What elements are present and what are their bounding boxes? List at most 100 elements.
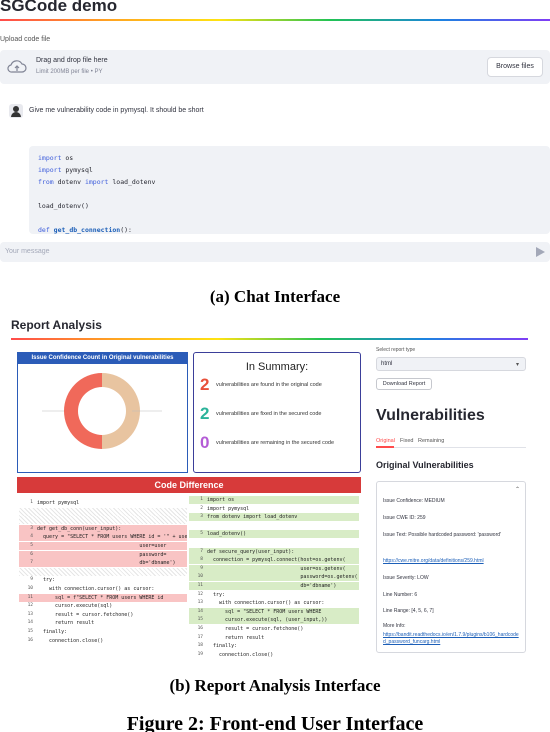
diff-line-text: sql = "SELECT * FROM users WHERE — [207, 608, 322, 615]
app-title: SGCode demo — [0, 0, 118, 15]
diff-line: 10 with connection.cursor() as cursor: — [19, 585, 187, 593]
cloud-upload-icon — [7, 60, 27, 73]
diff-line-text: db='dbname') — [207, 583, 337, 589]
diff-line-text: with connection.cursor() as cursor: — [37, 586, 155, 592]
diff-line-text: finally: — [207, 643, 238, 650]
diff-line-text: result = cursor.fetchone() — [207, 626, 304, 632]
code-token: def — [38, 226, 50, 234]
diff-line-text: user=os.getenv( — [207, 565, 346, 572]
code-token: pymysql — [61, 166, 93, 174]
report-type-value: html — [381, 361, 393, 367]
diff-line-number: 1 — [30, 500, 33, 505]
code-block: import os import pymysql from dotenv impor… — [29, 146, 550, 234]
diff-line: 18 finally: — [189, 642, 359, 650]
summary-stat-text: vulnerabilities are remaining in the sec… — [216, 440, 335, 446]
diff-line-number: 14 — [197, 608, 203, 614]
issue-confidence: Issue Confidence: MEDIUM — [383, 498, 445, 504]
diff-line: 2 import pymysql — [189, 505, 359, 513]
diff-line-text: def secure_query(user_input): — [207, 548, 295, 555]
diff-line-number: 15 — [197, 617, 203, 623]
tab-remaining[interactable]: Remaining — [418, 438, 444, 444]
file-dropzone[interactable]: Drag and drop file here Limit 200MB per … — [0, 50, 550, 84]
download-report-button[interactable]: Download Report — [376, 378, 432, 390]
diff-line-number: 2 — [200, 505, 203, 511]
issue-cwe-link[interactable]: https://cwe.mitre.org/data/definitions/2… — [383, 558, 521, 564]
chevron-up-icon[interactable]: ⌃ — [515, 486, 520, 493]
diff-line-text: return result — [37, 620, 95, 627]
tab-divider — [376, 447, 526, 448]
diff-line-text: sql = f"SELECT * FROM users WHERE id — [37, 594, 164, 601]
user-message-text: Give me vulnerability code in pymysql. I… — [29, 107, 204, 114]
code-token: from — [38, 178, 54, 186]
diff-line: 13 with connection.cursor() as cursor: — [189, 599, 359, 607]
diff-line: 12 cursor.execute(sql) — [19, 602, 187, 610]
user-avatar-icon — [9, 104, 23, 118]
chat-input[interactable]: Your message — [0, 242, 550, 262]
caption-b: (b) Report Analysis Interface — [169, 676, 381, 695]
diff-line: 1 import pymysql — [19, 499, 187, 507]
tab-active-indicator — [376, 446, 394, 448]
summary-title: In Summary: — [245, 361, 309, 373]
diff-line-number: 5 — [200, 531, 203, 537]
diff-line-number: 10 — [27, 586, 33, 591]
diff-line-text: from dotenv import load_dotenv — [207, 514, 298, 521]
diff-line-number: 13 — [197, 600, 203, 606]
code-token: get_db_connection — [49, 226, 121, 234]
diff-line: 17 return result — [189, 634, 359, 642]
browse-files-button[interactable]: Browse files — [487, 57, 543, 77]
user-message: Give me vulnerability code in pymysql. I… — [0, 100, 550, 124]
donut-chart — [42, 373, 162, 449]
code-token: load_dotenv() — [38, 202, 89, 210]
report-type-label: Select report type — [376, 347, 416, 353]
diff-line-number: 13 — [27, 611, 33, 617]
issue-text: Issue Text: Possible hardcoded password:… — [383, 532, 501, 538]
diff-line: 16 result = cursor.fetchone() — [189, 625, 359, 633]
issue-severity: Issue Severity: LOW — [383, 575, 429, 581]
code-token: import — [38, 166, 62, 174]
figure-caption: Figure 2: Front-end User Interface — [126, 713, 424, 732]
issue-expander[interactable]: ⌃ Issue Confidence: MEDIUM Issue CWE ID:… — [376, 481, 526, 653]
caption-a: (a) Chat Interface — [209, 287, 341, 306]
diff-line-number: 7 — [200, 548, 203, 554]
diff-line: 5 load_dotenv() — [189, 530, 359, 539]
diff-line-number: 17 — [197, 634, 203, 640]
diff-line: 10 password=os.getenv( — [189, 573, 359, 582]
diff-line: 15 finally: — [19, 628, 187, 636]
report-header-decoration — [11, 338, 528, 340]
diff-line-text: connection = pymysql.connect(host=os.get… — [207, 557, 346, 564]
diff-line-text: connection.close() — [207, 651, 274, 658]
diff-title: Code Difference — [17, 477, 361, 493]
diff-line: 7 def secure_query(user_input): — [189, 547, 359, 556]
diff-line-number: 16 — [197, 626, 203, 631]
diff-line: 11 db='dbname') — [189, 582, 359, 590]
code-line: from dotenv import load_dotenv — [38, 178, 155, 186]
send-icon[interactable] — [536, 247, 545, 257]
diff-line — [189, 539, 359, 547]
diff-line: 5 user=user — [19, 542, 187, 550]
diff-line: 11 sql = f"SELECT * FROM users WHERE id — [19, 593, 187, 602]
summary-stat-number: 0 — [200, 433, 210, 452]
code-line: load_dotenv() — [38, 202, 89, 210]
issue-more-info-link[interactable]: https://bandit.readthedocs.io/en/1.7.9/p… — [383, 632, 521, 646]
dropzone-text: Drag and drop file here — [36, 57, 108, 64]
tab-original[interactable]: Original — [376, 438, 395, 444]
diff-line: 14 sql = "SELECT * FROM users WHERE — [189, 607, 359, 616]
code-difference: Code Difference 1 import pymysql 3 def get_… — [17, 477, 361, 658]
diff-line: 9 user=os.getenv( — [189, 564, 359, 573]
diff-line: 6 password= — [19, 550, 187, 559]
diff-line-text: cursor.execute(sql, (user_input,)) — [207, 617, 328, 624]
code-line: import os — [38, 154, 73, 162]
code-token: (): — [120, 226, 132, 234]
report-type-select[interactable]: html ▾ — [376, 357, 526, 371]
report-title: Report Analysis — [11, 318, 102, 332]
diff-line — [189, 522, 359, 530]
summary-stat-number: 2 — [200, 404, 210, 423]
diff-line: 1 import os — [189, 496, 359, 504]
tab-fixed[interactable]: Fixed — [400, 438, 413, 444]
issue-line-range: Line Range: [4, 5, 6, 7] — [383, 608, 434, 614]
diff-line-number: 15 — [27, 629, 33, 634]
confidence-chart-card: Issue Confidence Count in Original vulne… — [17, 352, 188, 473]
diff-line-number: 16 — [27, 637, 33, 643]
diff-line-text: import pymysql — [37, 500, 80, 506]
diff-line-number: 3 — [200, 514, 203, 520]
